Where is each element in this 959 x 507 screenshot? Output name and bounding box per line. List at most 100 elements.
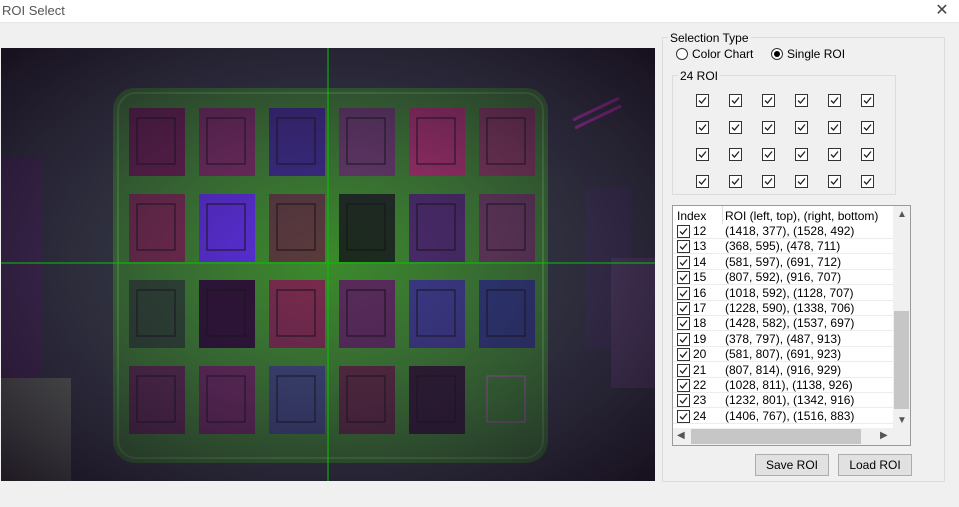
roi-checkbox[interactable] — [828, 121, 841, 134]
table-row[interactable]: 22 (1028, 811), (1138, 926) — [673, 378, 894, 393]
roi-checkbox[interactable] — [795, 148, 808, 161]
roi-checkbox[interactable] — [696, 121, 709, 134]
row-roi-coordinates: (581, 597), (691, 712) — [725, 254, 842, 269]
row-checkbox[interactable] — [677, 409, 690, 423]
column-header-index[interactable]: Index — [677, 209, 706, 223]
table-row[interactable]: 16 (1018, 592), (1128, 707) — [673, 286, 894, 301]
roi-checkbox[interactable] — [762, 121, 775, 134]
preview-image — [1, 48, 655, 481]
row-index: 22 — [693, 378, 707, 392]
horizontal-scroll-thumb[interactable] — [691, 429, 861, 444]
row-roi-coordinates: (1428, 582), (1537, 697) — [725, 316, 855, 331]
row-index: 20 — [693, 347, 707, 362]
table-row[interactable]: 13 (368, 595), (478, 711) — [673, 239, 894, 255]
roi-checkbox[interactable] — [696, 175, 709, 188]
close-icon[interactable]: ✕ — [933, 2, 951, 20]
roi-checkbox[interactable] — [762, 175, 775, 188]
row-checkbox[interactable] — [677, 394, 690, 408]
roi-checkbox[interactable] — [696, 148, 709, 161]
row-roi-coordinates: (807, 592), (916, 707) — [725, 270, 842, 285]
row-roi-coordinates: (1232, 801), (1342, 916) — [725, 393, 855, 408]
table-row[interactable]: 17 (1228, 590), (1338, 706) — [673, 301, 894, 316]
roi-24-label: 24 ROI — [678, 69, 721, 83]
camera-preview[interactable] — [1, 48, 655, 481]
row-checkbox[interactable] — [677, 348, 690, 362]
roi-checkbox[interactable] — [861, 148, 874, 161]
row-divider — [673, 422, 894, 424]
row-index: 14 — [693, 254, 707, 269]
row-checkbox[interactable] — [677, 271, 690, 285]
table-row[interactable]: 23 (1232, 801), (1342, 916) — [673, 393, 894, 409]
row-checkbox[interactable] — [677, 225, 690, 238]
row-index: 17 — [693, 301, 707, 315]
selection-type-label: Selection Type — [668, 31, 751, 45]
single-roi-label: Single ROI — [787, 47, 846, 61]
column-header-roi[interactable]: ROI (left, top), (right, bottom) — [725, 209, 878, 223]
roi-checkbox[interactable] — [729, 94, 742, 107]
row-index: 24 — [693, 408, 707, 423]
roi-checkbox[interactable] — [828, 175, 841, 188]
row-checkbox[interactable] — [677, 240, 690, 254]
roi-checkbox[interactable] — [729, 148, 742, 161]
row-checkbox[interactable] — [677, 379, 690, 392]
save-roi-button[interactable]: Save ROI — [755, 454, 829, 476]
row-checkbox[interactable] — [677, 286, 690, 300]
vertical-scroll-thumb[interactable] — [894, 311, 909, 409]
row-roi-coordinates: (807, 814), (916, 929) — [725, 362, 842, 377]
row-roi-coordinates: (368, 595), (478, 711) — [725, 239, 841, 254]
table-row[interactable]: 19 (378, 797), (487, 913) — [673, 332, 894, 347]
radio-checked-icon[interactable] — [771, 48, 783, 60]
roi-checkbox[interactable] — [861, 94, 874, 107]
title-separator — [0, 22, 959, 23]
table-row[interactable]: 18 (1428, 582), (1537, 697) — [673, 316, 894, 332]
row-checkbox[interactable] — [677, 317, 690, 331]
roi-checkbox[interactable] — [795, 175, 808, 188]
row-roi-coordinates: (1228, 590), (1338, 706) — [725, 301, 855, 315]
table-row[interactable]: 20 (581, 807), (691, 923) — [673, 347, 894, 363]
roi-checkbox[interactable] — [795, 121, 808, 134]
row-roi-coordinates: (1406, 767), (1516, 883) — [725, 408, 855, 423]
roi-checkbox[interactable] — [828, 148, 841, 161]
title-bar: ROI Select ✕ — [0, 0, 959, 22]
row-checkbox[interactable] — [677, 255, 690, 269]
row-checkbox[interactable] — [677, 363, 690, 377]
row-index: 19 — [693, 331, 707, 346]
roi-checkbox[interactable] — [828, 94, 841, 107]
row-roi-coordinates: (378, 797), (487, 913) — [725, 331, 842, 346]
row-index: 13 — [693, 239, 707, 254]
row-index: 21 — [693, 362, 707, 377]
row-index: 12 — [693, 224, 707, 238]
horizontal-scrollbar[interactable]: ◀ ▶ — [673, 428, 894, 445]
row-checkbox[interactable] — [677, 332, 690, 346]
vertical-scrollbar[interactable]: ▲ ▼ — [893, 206, 910, 428]
radio-icon[interactable] — [676, 48, 688, 60]
load-roi-button[interactable]: Load ROI — [838, 454, 912, 476]
scroll-up-icon[interactable]: ▲ — [897, 210, 907, 220]
row-roi-coordinates: (1418, 377), (1528, 492) — [725, 224, 855, 238]
scroll-right-icon[interactable]: ▶ — [880, 431, 888, 441]
row-index: 18 — [693, 316, 707, 331]
roi-checkbox[interactable] — [729, 175, 742, 188]
roi-checkbox[interactable] — [762, 94, 775, 107]
table-row[interactable]: 14 (581, 597), (691, 712) — [673, 255, 894, 270]
table-row[interactable]: 15 (807, 592), (916, 707) — [673, 270, 894, 286]
row-index: 23 — [693, 393, 707, 408]
scroll-down-icon[interactable]: ▼ — [897, 416, 907, 426]
scroll-left-icon[interactable]: ◀ — [677, 431, 685, 441]
row-roi-coordinates: (1018, 592), (1128, 707) — [725, 285, 854, 300]
table-row[interactable]: 12 (1418, 377), (1528, 492) — [673, 224, 894, 239]
color-chart-radio[interactable]: Color Chart — [676, 47, 753, 61]
roi-checkbox[interactable] — [861, 121, 874, 134]
roi-checkbox[interactable] — [762, 148, 775, 161]
single-roi-radio[interactable]: Single ROI — [771, 47, 845, 61]
roi-checkbox[interactable] — [861, 175, 874, 188]
table-row[interactable]: 21 (807, 814), (916, 929) — [673, 363, 894, 378]
roi-checkbox[interactable] — [696, 94, 709, 107]
table-row[interactable]: 24 (1406, 767), (1516, 883) — [673, 409, 894, 424]
window-title: ROI Select — [2, 3, 65, 18]
roi-checkbox[interactable] — [729, 121, 742, 134]
row-checkbox[interactable] — [677, 302, 690, 315]
roi-checkbox[interactable] — [795, 94, 808, 107]
scrollbar-corner — [893, 428, 910, 445]
roi-list[interactable]: Index ROI (left, top), (right, bottom) 1… — [672, 205, 911, 446]
